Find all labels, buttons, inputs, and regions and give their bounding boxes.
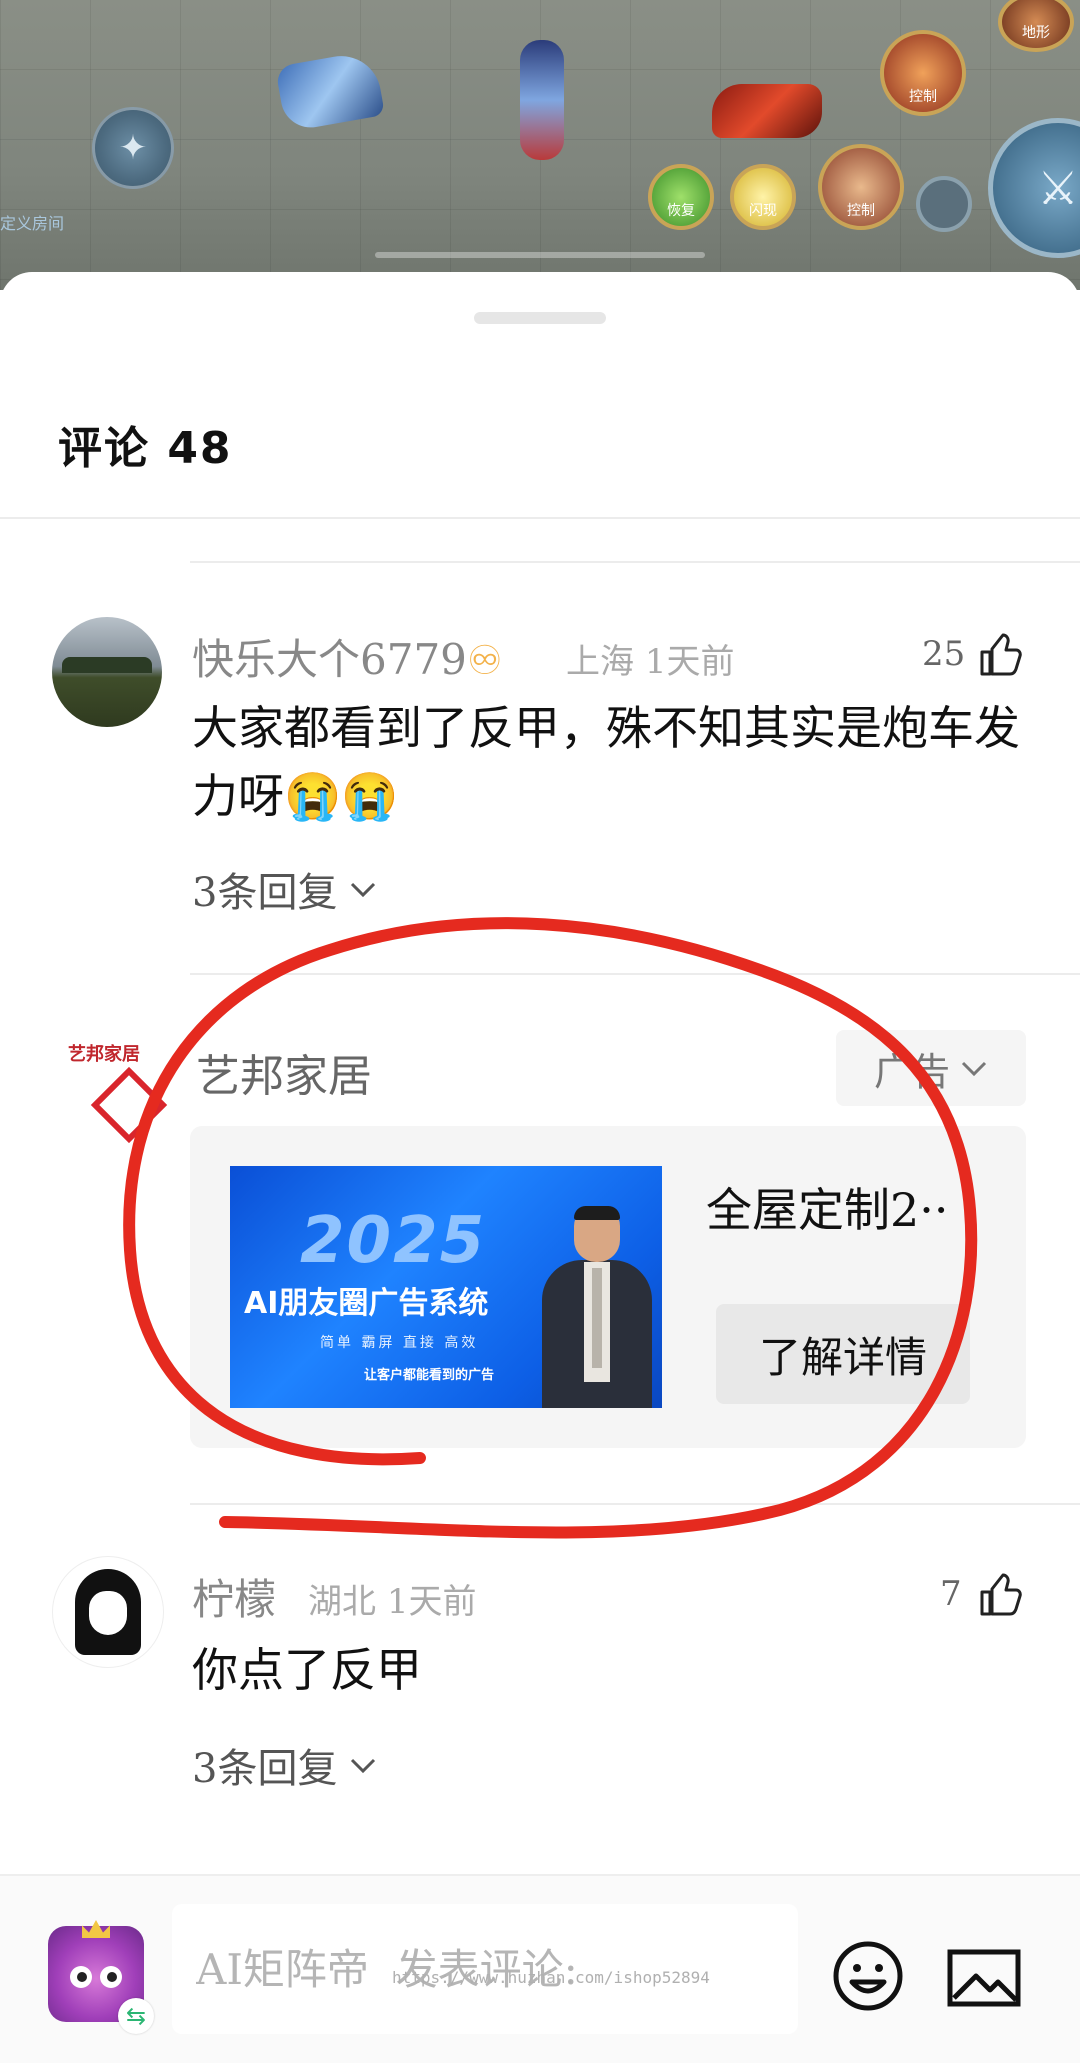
comment-username[interactable]: 柠檬 <box>192 1566 276 1627</box>
comment-divider <box>190 561 1080 563</box>
sheet-drag-handle[interactable] <box>474 312 606 324</box>
cube-logo-icon <box>90 1066 168 1144</box>
comment-divider <box>190 1503 1080 1505</box>
title-divider <box>0 517 1080 519</box>
view-replies-button[interactable]: 3条回复 <box>192 860 377 918</box>
banner-subtitle: 简单 霸屏 直接 高效 <box>320 1335 479 1351</box>
chevron-down-icon <box>961 1061 987 1077</box>
ad-banner-image[interactable]: 2025 AI朋友圈广告系统 简单 霸屏 直接 高效 让客户都能看到的广告 <box>230 1166 662 1408</box>
comment-divider <box>190 973 1080 975</box>
avatar[interactable] <box>52 1556 164 1668</box>
banner-slogan: 让客户都能看到的广告 <box>364 1368 495 1383</box>
infinity-badge-icon: ♾ <box>466 638 503 684</box>
skill-flash-icon: 闪现 <box>730 164 796 230</box>
comments-title: 评论 48 <box>58 423 233 474</box>
comment-text: 你点了反甲 <box>192 1643 422 1697</box>
like-count: 7 <box>940 1574 962 1614</box>
banner-year: 2025 <box>300 1204 487 1278</box>
emoji-icon[interactable] <box>828 1936 908 2016</box>
watermark-text: https://www.huzhan.com/ishop52894 <box>392 1968 710 1987</box>
room-label: 定义房间 <box>0 214 65 233</box>
comment-input-bar: ⇆ https://www.huzhan.com/ishop52894 <box>0 1874 1080 2063</box>
view-replies-button[interactable]: 3条回复 <box>192 1736 377 1794</box>
video-progress-bar[interactable] <box>375 252 705 258</box>
ad-title[interactable]: 全屋定制2·· <box>706 1174 949 1240</box>
chevron-down-icon <box>351 1758 376 1774</box>
ad-badge-button[interactable]: 广告 <box>836 1030 1026 1106</box>
crown-icon <box>82 1920 110 1938</box>
comment-text: 大家都看到了反甲，殊不知其实是炮车发力呀😭😭 <box>192 701 1020 823</box>
hero-character <box>520 40 564 160</box>
joystick-icon: ✦ <box>92 107 174 189</box>
comment-username[interactable]: 快乐大个6779♾ <box>192 626 503 687</box>
chevron-down-icon <box>351 882 376 898</box>
ad-card[interactable]: 2025 AI朋友圈广告系统 简单 霸屏 直接 高效 让客户都能看到的广告 全屋… <box>190 1126 1026 1448</box>
advertiser-logo[interactable]: 艺邦家居 <box>62 1040 168 1150</box>
like-count: 25 <box>922 634 966 674</box>
helmet-icon <box>916 176 972 232</box>
skill-recover-icon: 恢复 <box>648 164 714 230</box>
advertiser-name[interactable]: 艺邦家居 <box>196 1040 372 1104</box>
red-cannon-minion <box>712 84 822 138</box>
skill-control-icon-2: 控制 <box>880 30 966 116</box>
switch-account-icon[interactable]: ⇆ <box>118 1998 154 2034</box>
banner-headline: AI朋友圈广告系统 <box>244 1286 489 1321</box>
game-video[interactable]: ✦ 定义房间 恢复 闪现 控制 控制 地形 ⚔ <box>0 0 1080 290</box>
thumbs-up-icon[interactable] <box>976 632 1024 680</box>
learn-more-button[interactable]: 了解详情 <box>716 1304 970 1404</box>
thumbs-up-icon[interactable] <box>976 1572 1024 1620</box>
comment-meta: 上海 1天前 <box>566 642 735 682</box>
skill-control-icon: 控制 <box>818 144 904 230</box>
comment-meta: 湖北 1天前 <box>308 1582 477 1622</box>
avatar[interactable] <box>52 617 162 727</box>
banner-person-image <box>542 1206 652 1408</box>
image-icon[interactable] <box>944 1938 1024 2018</box>
